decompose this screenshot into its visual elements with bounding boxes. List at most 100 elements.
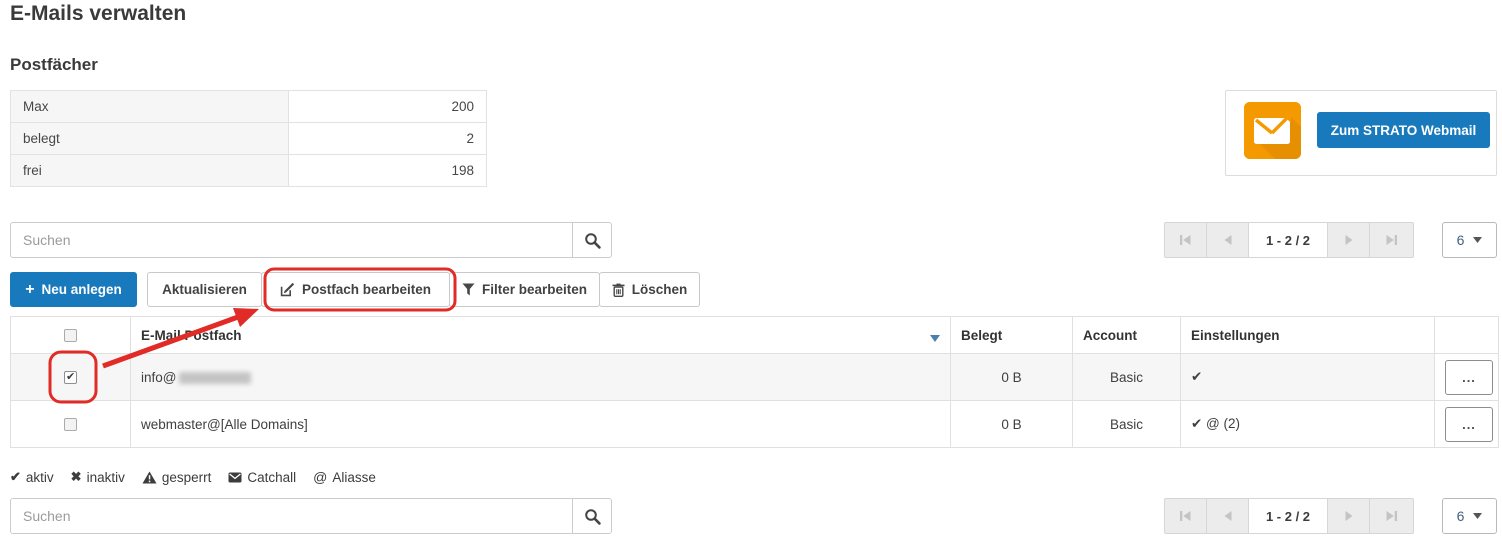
legend-label: Catchall: [247, 469, 297, 485]
new-mailbox-button[interactable]: + Neu anlegen: [10, 272, 137, 307]
mailbox-usage: 0 B: [950, 400, 1073, 448]
column-header-email[interactable]: E-Mail Postfach: [141, 328, 242, 343]
webmail-button[interactable]: Zum STRATO Webmail: [1317, 112, 1490, 148]
pagination-bottom: 1 - 2 / 2: [1164, 498, 1418, 534]
table-header-row: E-Mail Postfach Belegt Account Einstellu…: [10, 316, 1499, 354]
check-icon: ✔: [10, 469, 21, 484]
next-page-button[interactable]: [1327, 222, 1370, 258]
row-checkbox[interactable]: [64, 418, 77, 432]
column-header-usage[interactable]: Belegt: [950, 316, 1073, 354]
stat-value: 2: [288, 122, 487, 155]
page-size-select[interactable]: 6: [1442, 222, 1497, 258]
cross-icon: ✖: [70, 469, 82, 484]
backward-icon: [1224, 235, 1232, 245]
legend-label: gesperrt: [161, 469, 212, 485]
stat-label: belegt: [10, 122, 289, 155]
edit-mailbox-label: Postfach bearbeiten: [301, 282, 432, 297]
step-forward-icon: [1386, 511, 1397, 521]
previous-page-button[interactable]: [1206, 222, 1249, 258]
page-title: E-Mails verwalten: [10, 2, 187, 25]
column-header-actions: [1434, 316, 1499, 354]
stat-label: frei: [10, 154, 289, 187]
legend-item-aktiv: ✔ aktiv: [10, 469, 54, 485]
legend-item-catchall: Catchall: [228, 470, 296, 485]
column-header-account[interactable]: Account: [1072, 316, 1181, 354]
search-input[interactable]: [10, 222, 573, 258]
delete-button[interactable]: Löschen: [599, 272, 700, 307]
step-backward-icon: [1180, 511, 1191, 521]
edit-mailbox-button[interactable]: Postfach bearbeiten: [261, 272, 450, 307]
webmail-envelope-icon: [1244, 102, 1301, 159]
legend-label: inaktiv: [86, 469, 125, 485]
search-icon: [584, 232, 601, 249]
refresh-button[interactable]: Aktualisieren: [147, 272, 262, 307]
delete-label: Löschen: [631, 282, 688, 297]
mailbox-table: E-Mail Postfach Belegt Account Einstellu…: [10, 316, 1499, 448]
legend-item-aliasse: @ Aliasse: [313, 469, 376, 485]
mailbox-settings-icons: ✔ @ (2): [1180, 400, 1435, 448]
refresh-label: Aktualisieren: [162, 282, 247, 297]
legend-item-gesperrt: gesperrt: [142, 469, 212, 485]
legend-item-inaktiv: ✖ inaktiv: [71, 469, 125, 485]
mailbox-address: info@: [141, 369, 177, 385]
next-page-button[interactable]: [1327, 498, 1370, 534]
column-header-settings[interactable]: Einstellungen: [1180, 316, 1435, 354]
filter-icon: [462, 283, 475, 296]
trash-icon: [612, 283, 625, 297]
caret-down-icon: [1473, 237, 1483, 243]
select-all-checkbox[interactable]: [64, 329, 77, 343]
status-legend: ✔ aktiv ✖ inaktiv gesperrt Catchall @ Al…: [10, 469, 376, 485]
plus-icon: +: [25, 280, 35, 298]
step-backward-icon: [1180, 235, 1191, 245]
annotation-overlay: [48, 267, 457, 404]
redacted-domain: [179, 371, 252, 384]
mailbox-account-type: Basic: [1072, 400, 1181, 448]
table-row: belegt 2: [10, 122, 487, 155]
legend-label: Aliasse: [332, 469, 376, 485]
mailbox-account-type: Basic: [1072, 353, 1181, 401]
search-button[interactable]: [572, 498, 612, 534]
mailbox-stats-table: Max 200 belegt 2 frei 198: [10, 90, 487, 187]
stat-value: 198: [288, 154, 487, 187]
table-row: webmaster@[Alle Domains] 0 B Basic ✔ @ (…: [10, 400, 1499, 448]
webmail-panel: Zum STRATO Webmail: [1225, 90, 1497, 176]
search-icon: [584, 508, 601, 525]
caret-down-icon: [1473, 513, 1483, 519]
edit-filter-label: Filter bearbeiten: [481, 282, 588, 297]
table-row: info@ 0 B Basic ✔ ...: [10, 353, 1499, 401]
page-range-label: 1 - 2 / 2: [1248, 498, 1328, 534]
at-icon: @: [313, 469, 328, 485]
forward-icon: [1345, 235, 1353, 245]
page-range-label: 1 - 2 / 2: [1248, 222, 1328, 258]
stat-label: Max: [10, 90, 289, 123]
first-page-button[interactable]: [1164, 222, 1207, 258]
last-page-button[interactable]: [1369, 498, 1414, 534]
page-size-value: 6: [1456, 508, 1465, 524]
new-mailbox-label: Neu anlegen: [41, 282, 122, 297]
first-page-button[interactable]: [1164, 498, 1207, 534]
sort-descending-icon[interactable]: [930, 334, 940, 342]
legend-label: aktiv: [25, 469, 54, 485]
backward-icon: [1224, 511, 1232, 521]
mailbox-usage: 0 B: [950, 353, 1073, 401]
last-page-button[interactable]: [1369, 222, 1414, 258]
edit-filter-button[interactable]: Filter bearbeiten: [449, 272, 600, 307]
page-size-value: 6: [1456, 232, 1465, 248]
search-button[interactable]: [572, 222, 612, 258]
forward-icon: [1345, 511, 1353, 521]
row-checkbox[interactable]: [64, 370, 77, 385]
row-actions-button[interactable]: ...: [1445, 359, 1493, 395]
pagination-top: 1 - 2 / 2: [1164, 222, 1418, 258]
previous-page-button[interactable]: [1206, 498, 1249, 534]
table-row: frei 198: [10, 154, 487, 187]
mailbox-address: webmaster@[Alle Domains]: [141, 416, 308, 432]
page-size-select[interactable]: 6: [1442, 498, 1497, 534]
section-title-postfaecher: Postfächer: [10, 55, 98, 74]
edit-icon: [280, 282, 295, 297]
email-management-page: E-Mails verwalten Postfächer Max 200 bel…: [0, 0, 1502, 541]
search-input[interactable]: [10, 498, 573, 534]
table-row: Max 200: [10, 90, 487, 123]
catchall-envelope-icon: [228, 472, 242, 483]
row-actions-button[interactable]: ...: [1445, 406, 1493, 442]
stat-value: 200: [288, 90, 487, 123]
